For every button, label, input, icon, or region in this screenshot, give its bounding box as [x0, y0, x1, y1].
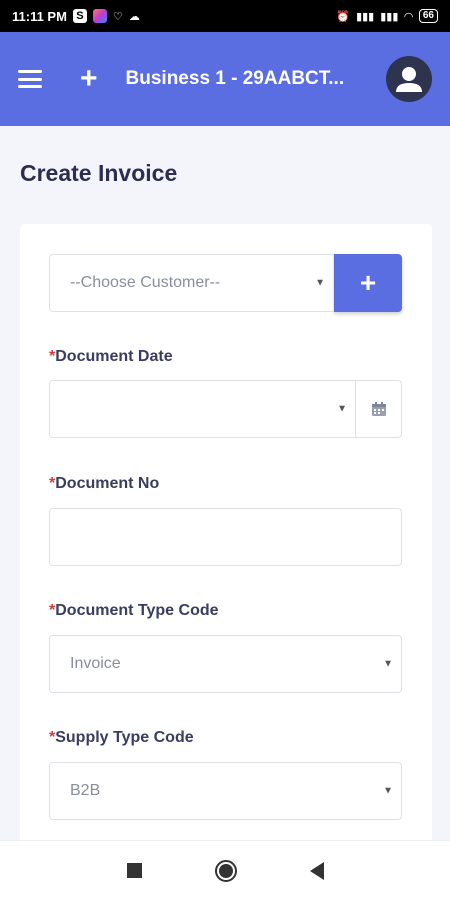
- app-header: + Business 1 - 29AABCT...: [0, 32, 450, 126]
- supply-type-code-value: B2B: [70, 782, 101, 799]
- status-time: 11:11 PM: [12, 8, 67, 24]
- volte-signal-icon-2: ▮▮▮: [380, 10, 399, 23]
- customer-row: --Choose Customer-- ▼ +: [49, 254, 402, 312]
- user-avatar-icon[interactable]: [386, 56, 432, 102]
- chevron-down-icon: ▼: [337, 403, 347, 415]
- alarm-icon: ⏰: [336, 10, 351, 23]
- page-title: Create Invoice: [20, 160, 178, 186]
- customer-select[interactable]: --Choose Customer-- ▼: [49, 254, 334, 312]
- invoice-form-card: --Choose Customer-- ▼ + *Document Date ▼: [20, 224, 432, 864]
- messenger-icon: ♡: [112, 10, 123, 23]
- chevron-down-icon: ▼: [383, 785, 393, 797]
- calendar-icon[interactable]: [356, 380, 402, 438]
- document-date-row: ▼: [49, 380, 402, 438]
- system-nav-bar: [0, 840, 450, 900]
- supply-type-code-select[interactable]: B2B ▼: [49, 762, 402, 820]
- chevron-down-icon: ▼: [383, 658, 393, 670]
- plus-icon[interactable]: +: [80, 64, 98, 94]
- document-type-code-label-text: Document Type Code: [55, 602, 219, 619]
- chevron-down-icon: ▼: [315, 277, 325, 289]
- document-no-input[interactable]: [49, 508, 402, 566]
- cloud-icon: ☁: [128, 10, 140, 23]
- volte-signal-icon: ▮▮▮: [356, 10, 375, 23]
- battery-icon: 66: [418, 9, 438, 23]
- document-date-select[interactable]: ▼: [49, 380, 356, 438]
- document-type-code-label: *Document Type Code: [49, 602, 219, 620]
- circle-home-icon[interactable]: [214, 859, 237, 882]
- supply-type-code-label-text: Supply Type Code: [55, 729, 194, 746]
- document-date-label-text: Document Date: [55, 348, 173, 365]
- s-app-icon: S: [72, 9, 87, 23]
- square-recents-icon[interactable]: [126, 863, 142, 878]
- customer-select-placeholder: --Choose Customer--: [70, 274, 221, 291]
- hamburger-icon[interactable]: [18, 70, 42, 88]
- gallery-icon: [92, 9, 107, 23]
- document-type-code-value: Invoice: [70, 655, 121, 672]
- supply-type-code-label: *Supply Type Code: [49, 729, 194, 747]
- document-no-label: *Document No: [49, 475, 159, 493]
- add-customer-button[interactable]: +: [334, 254, 402, 312]
- wifi-icon: ◠: [404, 10, 413, 23]
- business-name[interactable]: Business 1 - 29AABCT...: [126, 68, 346, 90]
- document-no-label-text: Document No: [55, 475, 160, 492]
- triangle-back-icon[interactable]: [309, 861, 324, 880]
- document-date-label: *Document Date: [49, 348, 173, 366]
- status-bar: 11:11 PM S ♡ ☁ ⏰ ▮▮▮ ▮▮▮ ◠ 66: [0, 0, 450, 32]
- document-type-code-select[interactable]: Invoice ▼: [49, 635, 402, 693]
